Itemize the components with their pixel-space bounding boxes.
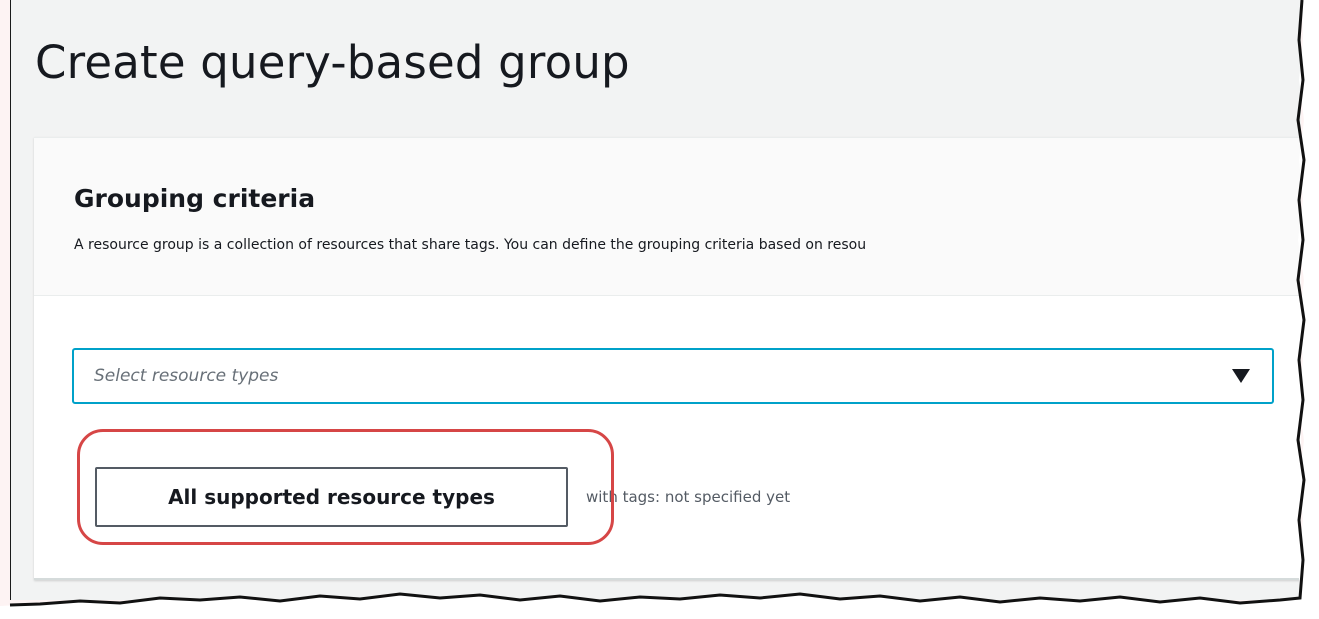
tags-status-text: with tags: not specified yet bbox=[586, 488, 791, 506]
select-placeholder: Select resource types bbox=[94, 366, 279, 386]
panel-heading: Grouping criteria bbox=[74, 184, 316, 213]
panel-description: A resource group is a collection of reso… bbox=[74, 237, 867, 253]
console-screen: Create query-based group Grouping criter… bbox=[10, 0, 1301, 600]
resource-types-select[interactable]: Select resource types bbox=[72, 348, 1274, 404]
grouping-criteria-panel: Grouping criteria A resource group is a … bbox=[34, 137, 1301, 580]
caret-down-icon[interactable] bbox=[1232, 369, 1250, 383]
panel-header: Grouping criteria A resource group is a … bbox=[34, 138, 1301, 296]
all-supported-resource-types-button[interactable]: All supported resource types bbox=[95, 467, 568, 527]
page-title: Create query-based group bbox=[35, 36, 630, 89]
